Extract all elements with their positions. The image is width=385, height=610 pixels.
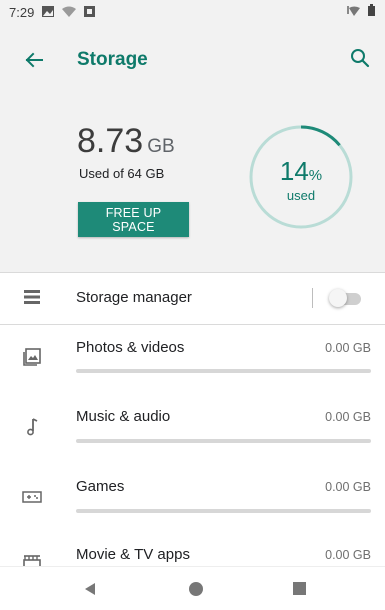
- category-label: Music & audio: [76, 408, 171, 425]
- percent-used: 14%: [248, 156, 354, 187]
- free-up-space-button[interactable]: FREE UP SPACE: [78, 202, 189, 237]
- category-row-movies[interactable]: Movie & TV apps 0.00 GB: [0, 530, 385, 566]
- app-bar: Storage: [0, 24, 385, 94]
- category-label: Movie & TV apps: [76, 546, 190, 563]
- used-of-total: Used of 64 GB: [79, 166, 165, 181]
- category-size: 0.00 GB: [325, 410, 371, 424]
- gamepad-icon: [22, 487, 44, 509]
- category-label: Photos & videos: [76, 339, 185, 356]
- percent-value: 14: [279, 156, 309, 186]
- category-label: Games: [76, 478, 125, 495]
- used-value: 8.73: [77, 122, 144, 160]
- image-icon: [42, 5, 55, 20]
- used-amount: 8.73 GB: [77, 122, 175, 161]
- storage-list-icon: [22, 287, 44, 309]
- percent-label: used: [286, 188, 316, 203]
- category-row-games[interactable]: Games 0.00 GB: [0, 462, 385, 530]
- storage-manager-toggle[interactable]: [329, 289, 361, 307]
- page-title: Storage: [77, 49, 148, 70]
- music-note-icon: [22, 417, 44, 439]
- arrow-left-icon[interactable]: [22, 48, 46, 72]
- storage-manager-row[interactable]: Storage manager: [0, 272, 385, 325]
- category-size: 0.00 GB: [325, 548, 371, 562]
- back-triangle-icon[interactable]: [83, 582, 97, 596]
- photo-icon: [22, 347, 44, 369]
- battery-icon: [368, 4, 375, 19]
- storage-manager-label: Storage manager: [76, 289, 192, 306]
- home-circle-icon[interactable]: [189, 582, 203, 596]
- status-bar: 7:29: [0, 0, 385, 24]
- notification-icon: [84, 5, 96, 20]
- search-icon[interactable]: [349, 47, 371, 69]
- wifi-icon: [62, 5, 77, 20]
- movie-icon: [22, 552, 44, 566]
- category-usage-bar: [76, 509, 371, 513]
- navigation-bar: [0, 566, 385, 610]
- percent-sign: %: [308, 167, 323, 184]
- divider: [312, 288, 313, 308]
- category-row-music[interactable]: Music & audio 0.00 GB: [0, 392, 385, 462]
- category-size: 0.00 GB: [325, 480, 371, 494]
- recents-square-icon[interactable]: [293, 582, 306, 595]
- category-usage-bar: [76, 369, 371, 373]
- signal-icon: [346, 4, 362, 19]
- category-usage-bar: [76, 439, 371, 443]
- category-size: 0.00 GB: [325, 341, 371, 355]
- status-time: 7:29: [9, 4, 35, 20]
- category-row-photos[interactable]: Photos & videos 0.00 GB: [0, 324, 385, 392]
- storage-summary: 8.73 GB Used of 64 GB FREE UP SPACE 14% u…: [0, 94, 385, 273]
- used-unit: GB: [147, 136, 175, 157]
